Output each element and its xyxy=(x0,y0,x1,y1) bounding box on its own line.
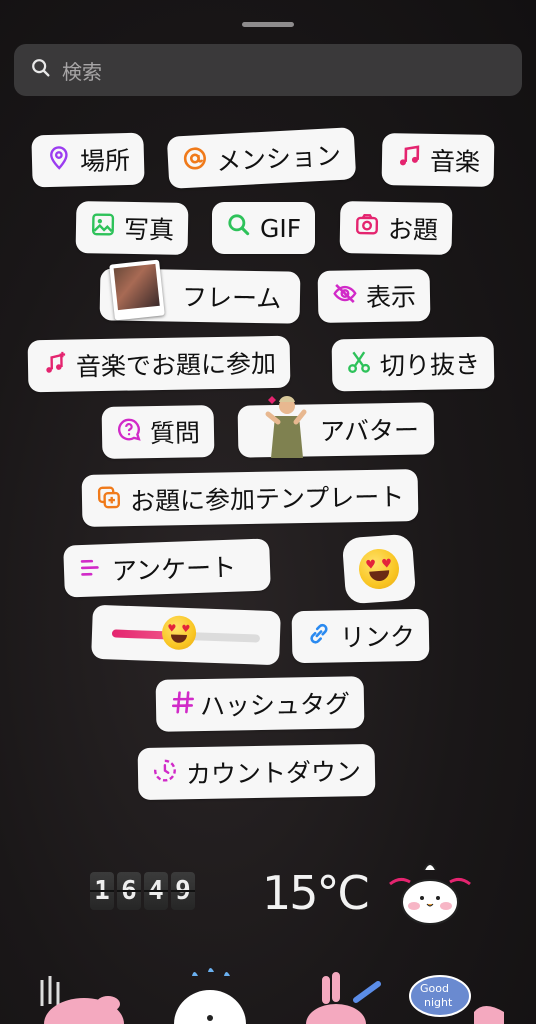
image-icon xyxy=(90,211,117,243)
hashtag-sticker[interactable]: ハッシュタグ xyxy=(155,676,365,732)
search-bar[interactable]: 検索 xyxy=(14,44,522,96)
music-plus-icon xyxy=(42,350,69,382)
punpun-character-sticker[interactable] xyxy=(384,856,476,928)
location-sticker[interactable]: 場所 xyxy=(31,132,145,188)
countdown-timer-icon xyxy=(152,757,179,789)
questions-label: 質問 xyxy=(149,418,201,449)
music-label: 音楽 xyxy=(429,146,481,177)
countdown-label: カウントダウン xyxy=(185,757,362,790)
link-label: リンク xyxy=(339,622,416,653)
music-note-icon xyxy=(396,143,423,175)
sweating-character-sticker[interactable] xyxy=(170,966,250,1024)
clock-digit: 6 xyxy=(117,872,141,910)
gif-label: GIF xyxy=(260,213,302,243)
music-sticker[interactable]: 音楽 xyxy=(381,133,495,187)
frame-label: フレーム xyxy=(181,282,282,314)
slider-track: ♥ ♥ xyxy=(111,615,261,651)
clock-digit: 4 xyxy=(144,872,168,910)
countdown-sticker[interactable]: カウントダウン xyxy=(137,743,376,801)
add-yours-template-label: お題に参加テンプレート xyxy=(129,482,405,517)
poll-sticker[interactable]: アンケート xyxy=(63,538,271,598)
heart-eyes-knob-icon[interactable]: ♥ ♥ xyxy=(161,615,197,651)
questions-sticker[interactable]: 質問 xyxy=(101,405,215,459)
question-bubble-icon xyxy=(116,416,143,448)
mention-label: メンション xyxy=(215,140,342,177)
camera-icon xyxy=(354,211,381,243)
emoji-reaction-sticker[interactable]: ♥ ♥ xyxy=(341,533,417,605)
emoji-slider-sticker[interactable]: ♥ ♥ xyxy=(91,604,281,666)
flip-clock-sticker[interactable]: 1 6 4 9 xyxy=(90,872,195,910)
threads-at-icon xyxy=(181,145,209,178)
cutout-label: 切り抜き xyxy=(379,349,481,381)
poll-bars-icon xyxy=(77,554,104,587)
bunny-sticker[interactable] xyxy=(28,976,128,1024)
temperature-sticker[interactable]: 15°C xyxy=(262,866,370,920)
good-night-sticker[interactable]: Good night xyxy=(404,972,514,1024)
link-chain-icon xyxy=(306,620,333,652)
clock-digit: 1 xyxy=(90,872,114,910)
eye-off-icon xyxy=(332,280,359,312)
poll-label: アンケート xyxy=(111,552,237,586)
add-yours-template-sticker[interactable]: お題に参加テンプレート xyxy=(81,469,419,527)
add-yours-label: お題 xyxy=(387,214,439,245)
add-template-icon xyxy=(96,484,123,516)
hashtag-icon xyxy=(170,689,197,721)
search-icon xyxy=(30,57,52,83)
photo-sticker[interactable]: 写真 xyxy=(75,201,189,255)
location-label: 場所 xyxy=(79,145,131,177)
add-yours-music-sticker[interactable]: 音楽でお題に参加 xyxy=(27,335,291,393)
hashtag-label: ハッシュタグ xyxy=(199,689,351,722)
photo-label: 写真 xyxy=(123,214,175,245)
avatar-figure-icon xyxy=(265,396,307,458)
clock-digit: 9 xyxy=(171,872,195,910)
reveal-label: 表示 xyxy=(365,282,417,313)
scissors-icon xyxy=(346,349,373,381)
bunny-with-spoon-sticker[interactable] xyxy=(296,970,382,1024)
gif-sticker[interactable]: GIF xyxy=(212,202,316,254)
reveal-sticker[interactable]: 表示 xyxy=(317,269,431,323)
sheet-drag-handle[interactable] xyxy=(242,22,294,27)
frame-polaroid-thumbnail xyxy=(109,259,165,321)
svg-text:Good: Good xyxy=(420,982,449,995)
avatar-label: アバター xyxy=(319,415,420,447)
cutout-sticker[interactable]: 切り抜き xyxy=(331,336,495,392)
location-pin-icon xyxy=(46,144,73,177)
heart-eyes-emoji-icon: ♥ ♥ xyxy=(357,547,401,591)
svg-text:night: night xyxy=(424,996,453,1009)
add-yours-music-label: 音楽でお題に参加 xyxy=(75,348,277,382)
search-green-icon xyxy=(226,212,252,244)
mention-sticker[interactable]: メンション xyxy=(166,127,357,189)
add-yours-sticker[interactable]: お題 xyxy=(339,201,453,255)
search-input[interactable]: 検索 xyxy=(62,56,102,85)
link-sticker[interactable]: リンク xyxy=(291,608,430,664)
